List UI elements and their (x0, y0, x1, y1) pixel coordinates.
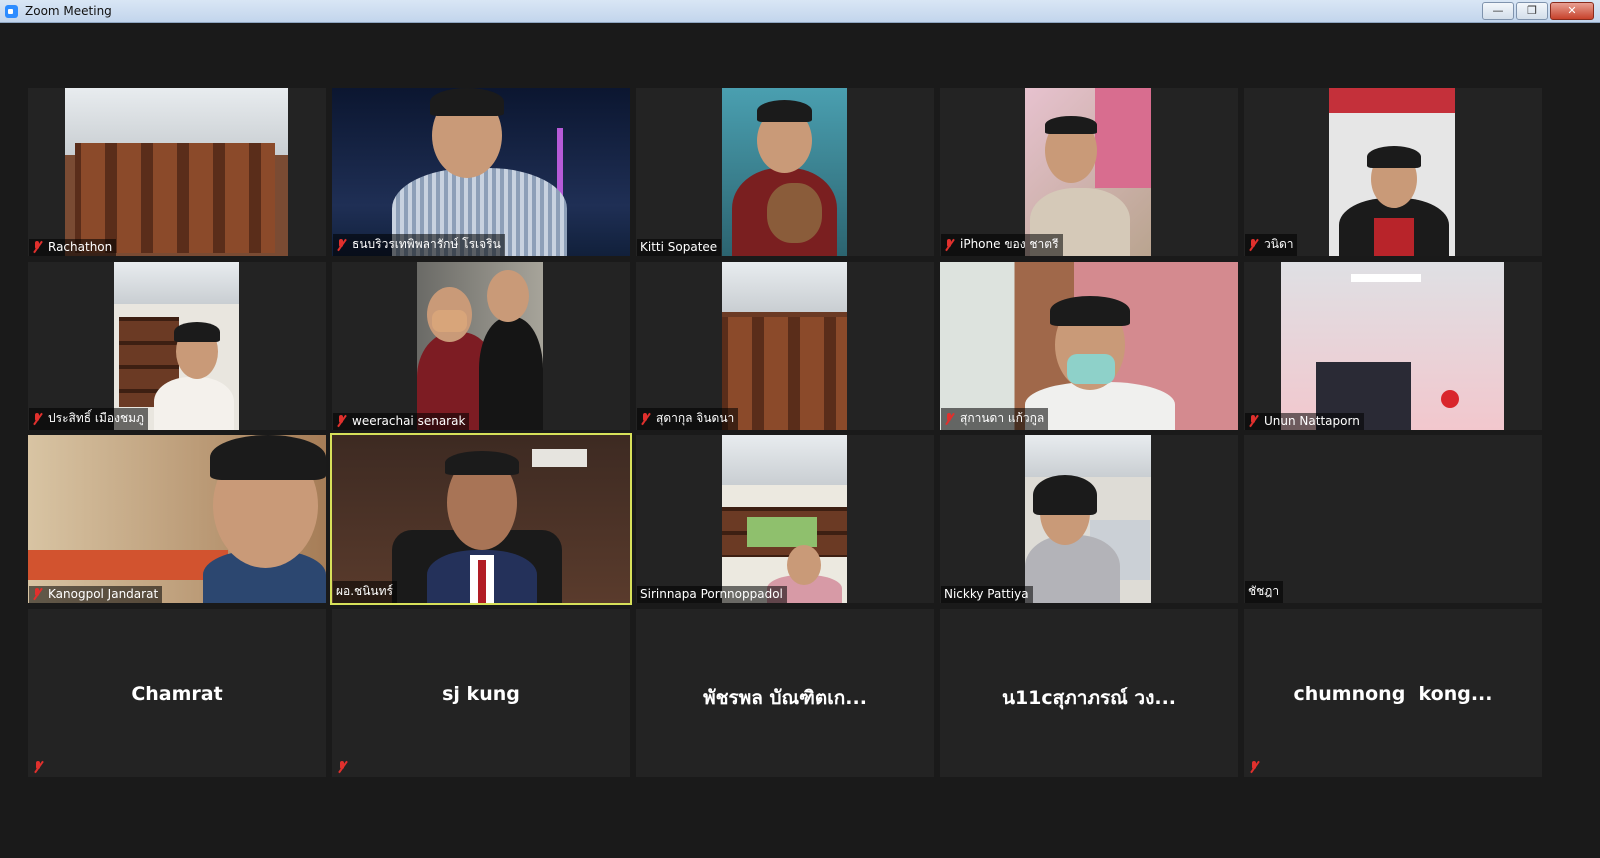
muted-mic-icon (33, 761, 44, 773)
participant-name: sj kung (442, 683, 520, 705)
participant-tile[interactable]: weerachai senarak (332, 262, 630, 430)
participant-tile[interactable]: Sirinnapa Pornnoppadol (636, 435, 934, 603)
participant-tile[interactable]: สุดากุล จินดนา (636, 262, 934, 430)
muted-mic-icon (1248, 415, 1259, 427)
participant-name: Nickky Pattiya (944, 587, 1029, 601)
participant-name: iPhone ของ ชาตรี (960, 237, 1059, 251)
participant-name: Unun Nattaporn (1264, 414, 1360, 428)
close-button[interactable]: ✕ (1550, 2, 1594, 20)
participant-nametag: ชัชฎา (1245, 581, 1284, 603)
muted-mic-icon (32, 412, 43, 425)
participant-video (1025, 435, 1151, 603)
participant-nametag: ธนบริวรเทพิพลารักษ์ โรเจริน (333, 234, 505, 256)
muted-mic-icon (32, 241, 43, 253)
window-titlebar: Zoom Meeting — ❐ ✕ (0, 0, 1600, 23)
muted-mic-icon (1248, 238, 1259, 251)
participant-tile-video-off[interactable]: Chamrat (28, 609, 326, 777)
muted-mic-icon (944, 412, 955, 425)
participant-tile[interactable]: Nickky Pattiya (940, 435, 1238, 603)
participant-video (114, 262, 239, 430)
participant-nametag: สุกานดา แก้วกูล (941, 408, 1049, 430)
participant-video (332, 88, 630, 256)
muted-mic-icon (32, 588, 43, 600)
participant-nametag: iPhone ของ ชาตรี (941, 234, 1063, 256)
participant-video (1281, 262, 1504, 430)
window-title: Zoom Meeting (25, 4, 112, 18)
participant-name: พัชรพล บัณฑิตเก... (703, 687, 867, 709)
participant-tile[interactable]: Kanogpol Jandarat (28, 435, 326, 603)
participant-nametag: Kanogpol Jandarat (29, 586, 163, 603)
muted-mic-icon (944, 238, 955, 251)
participant-video (1025, 88, 1151, 256)
participant-tile[interactable]: Kitti Sopatee (636, 88, 934, 256)
participant-tile-video-off[interactable]: น11cสุภาภรณ์ วง... (940, 609, 1238, 777)
participant-video (722, 435, 847, 603)
participant-tile-video-off[interactable]: chumnong kong... (1244, 609, 1542, 777)
participant-tile[interactable]: ชัชฎา (1244, 435, 1542, 603)
participant-name: น11cสุภาภรณ์ วง... (1001, 687, 1177, 709)
participant-nametag: Unun Nattaporn (1245, 413, 1364, 430)
participant-nametag: ผอ.ชนินทร์ (333, 581, 397, 603)
participant-nametag: วนิดา (1245, 234, 1298, 256)
participant-name: ชัชฎา (1248, 584, 1280, 598)
participant-name: สุกานดา แก้วกูล (960, 411, 1045, 425)
participant-nametag: Sirinnapa Pornnoppadol (637, 586, 787, 603)
zoom-app-icon (5, 4, 18, 18)
participant-tile-video-off[interactable]: พัชรพล บัณฑิตเก... (636, 609, 934, 777)
participant-video (722, 262, 847, 430)
participant-tile-video-off[interactable]: sj kung (332, 609, 630, 777)
participant-name: สุดากุล จินดนา (656, 411, 735, 425)
participant-name: Rachathon (48, 240, 113, 254)
participant-nametag: Kitti Sopatee (637, 239, 722, 256)
participant-name: ประสิทธิ์ เมืองชมภู (48, 411, 144, 425)
participant-nametag: Nickky Pattiya (941, 586, 1033, 603)
participant-name: ผอ.ชนินทร์ (336, 584, 393, 598)
participant-name: weerachai senarak (352, 414, 466, 428)
muted-mic-icon (336, 415, 347, 427)
minimize-button[interactable]: — (1482, 2, 1514, 20)
participant-tile[interactable]: ธนบริวรเทพิพลารักษ์ โรเจริน (332, 88, 630, 256)
participant-name: ธนบริวรเทพิพลารักษ์ โรเจริน (352, 237, 501, 251)
participant-name: chumnong kong... (1293, 683, 1493, 705)
participant-tile[interactable]: Unun Nattaporn (1244, 262, 1542, 430)
participant-name: วนิดา (1264, 237, 1294, 251)
participant-video (1329, 88, 1455, 256)
participant-video (722, 88, 847, 256)
participant-video (332, 435, 630, 603)
participant-video (940, 262, 1238, 430)
participant-nametag: สุดากุล จินดนา (637, 408, 739, 430)
participant-nametag: Rachathon (29, 239, 117, 256)
participant-nametag: ประสิทธิ์ เมืองชมภู (29, 408, 148, 430)
muted-mic-icon (1249, 761, 1260, 773)
participant-tile-active-speaker[interactable]: ผอ.ชนินทร์ (330, 433, 632, 605)
participant-tile[interactable]: iPhone ของ ชาตรี (940, 88, 1238, 256)
restore-button[interactable]: ❐ (1516, 2, 1548, 20)
muted-mic-icon (337, 761, 348, 773)
participant-name: Kitti Sopatee (640, 240, 718, 254)
participant-video (417, 262, 543, 430)
participant-video (65, 88, 288, 256)
participant-name: Chamrat (131, 683, 223, 705)
participant-name: Kanogpol Jandarat (48, 587, 159, 601)
muted-mic-icon (336, 238, 347, 251)
participant-name: Sirinnapa Pornnoppadol (640, 587, 783, 601)
participant-video (28, 435, 326, 603)
participant-tile[interactable]: วนิดา (1244, 88, 1542, 256)
participant-tile[interactable]: ประสิทธิ์ เมืองชมภู (28, 262, 326, 430)
participant-tile[interactable]: สุกานดา แก้วกูล (940, 262, 1238, 430)
muted-mic-icon (640, 412, 651, 425)
participant-nametag: weerachai senarak (333, 413, 470, 430)
participant-tile[interactable]: Rachathon (28, 88, 326, 256)
